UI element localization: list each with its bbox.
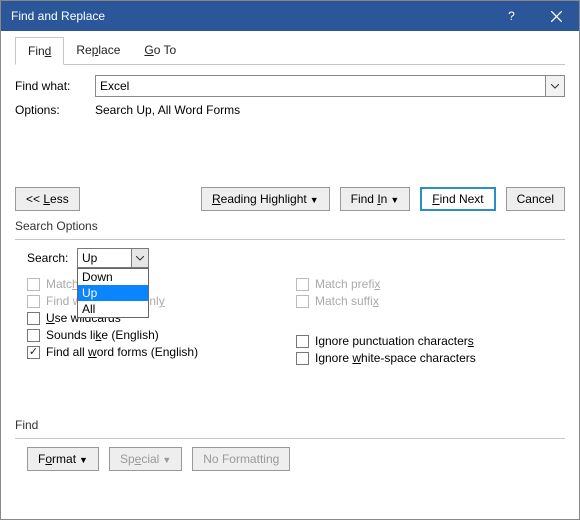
divider [15, 239, 565, 240]
cancel-button[interactable]: Cancel [506, 187, 565, 211]
search-direction-option-all[interactable]: All [78, 301, 148, 317]
close-button[interactable] [534, 1, 579, 31]
chevron-down-icon: ▼ [79, 455, 88, 465]
search-direction-option-down[interactable]: Down [78, 269, 148, 285]
no-formatting-button: No Formatting [192, 447, 290, 471]
search-direction-list[interactable]: Down Up All [77, 268, 149, 318]
tab-goto[interactable]: Go To [132, 37, 188, 64]
search-direction-label: Search: [27, 251, 77, 265]
options-text: Search Up, All Word Forms [95, 103, 240, 117]
match-prefix-checkbox: Match prefix [296, 277, 565, 291]
wildcards-checkbox[interactable]: Use wildcards [27, 311, 296, 325]
reading-highlight-button[interactable]: Reading Highlight▼ [201, 187, 330, 211]
find-replace-dialog: Find and Replace ? Find Replace Go To Fi… [0, 0, 580, 520]
dialog-title: Find and Replace [11, 9, 489, 23]
find-what-input[interactable] [95, 75, 545, 97]
find-what-dropdown[interactable] [545, 75, 565, 97]
help-button[interactable]: ? [489, 1, 534, 31]
find-group-label: Find [15, 418, 565, 432]
find-next-button[interactable]: Find Next [420, 187, 495, 211]
chevron-down-icon: ▼ [162, 455, 171, 465]
find-in-button[interactable]: Find In▼ [340, 187, 411, 211]
less-button[interactable]: << Less [15, 187, 80, 211]
chevron-down-icon [551, 84, 559, 89]
titlebar: Find and Replace ? [1, 1, 579, 31]
divider [15, 438, 565, 439]
chevron-down-icon: ▼ [310, 195, 319, 205]
ignore-punctuation-checkbox[interactable]: Ignore punctuation characters [296, 334, 565, 348]
sounds-like-checkbox[interactable]: Sounds like (English) [27, 328, 296, 342]
search-direction-dropdown[interactable] [77, 248, 149, 268]
find-what-combo[interactable] [95, 75, 565, 97]
search-direction-value[interactable] [77, 248, 131, 268]
find-what-label: Find what: [15, 79, 95, 93]
tab-strip: Find Replace Go To [15, 37, 565, 65]
chevron-down-icon [136, 256, 144, 261]
all-word-forms-checkbox[interactable]: ✓Find all word forms (English) [27, 345, 296, 359]
match-suffix-checkbox: Match suffix [296, 294, 565, 308]
format-button[interactable]: Format▼ [27, 447, 99, 471]
close-icon [551, 11, 562, 22]
tab-find[interactable]: Find [15, 37, 64, 65]
options-label: Options: [15, 103, 95, 117]
special-button: Special▼ [109, 447, 182, 471]
search-direction-caret[interactable] [131, 248, 149, 268]
match-case-checkbox: Match case [27, 277, 296, 291]
ignore-whitespace-checkbox[interactable]: Ignore white-space characters [296, 351, 565, 365]
search-options-label: Search Options [15, 219, 565, 233]
whole-words-checkbox: Find whole words only [27, 294, 296, 308]
chevron-down-icon: ▼ [390, 195, 399, 205]
search-direction-option-up[interactable]: Up [78, 285, 148, 301]
tab-replace[interactable]: Replace [64, 37, 132, 64]
